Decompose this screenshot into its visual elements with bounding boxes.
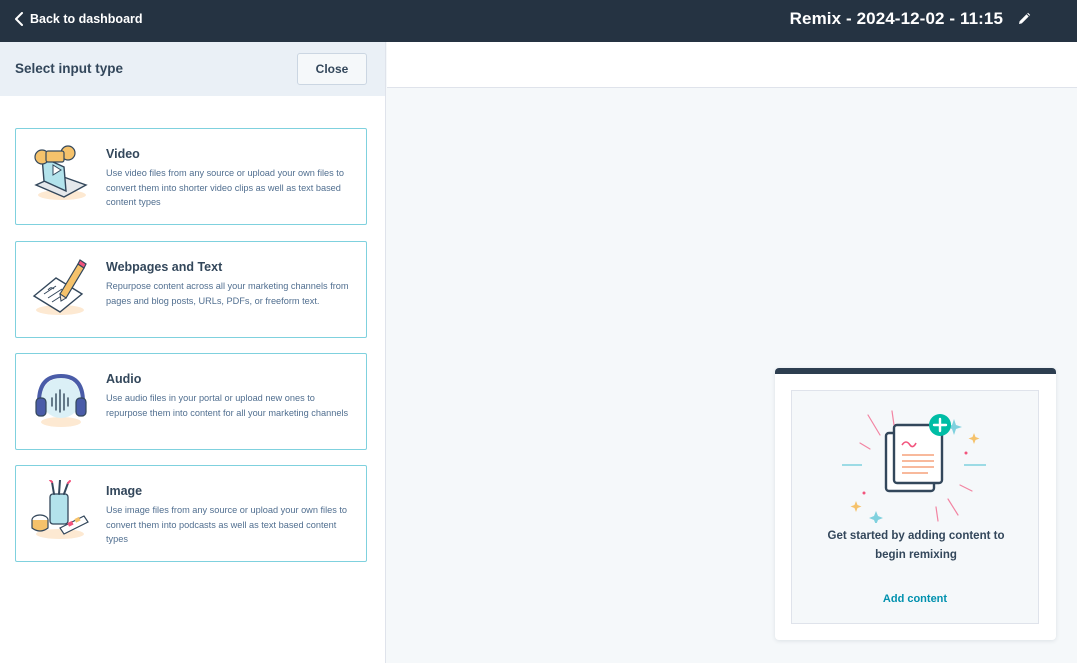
back-label: Back to dashboard — [30, 12, 143, 26]
card-title: Audio — [106, 372, 142, 386]
card-description: Repurpose content across all your market… — [106, 281, 349, 306]
documents-plus-icon — [842, 410, 986, 523]
main-toolbar — [387, 42, 1077, 88]
paper-pencil-icon — [32, 259, 87, 315]
empty-state-card: Get started by adding content to begin r… — [775, 368, 1056, 640]
pencil-icon[interactable] — [1017, 12, 1031, 26]
back-to-dashboard-link[interactable]: Back to dashboard — [14, 12, 143, 26]
empty-state-inner: Get started by adding content to begin r… — [791, 390, 1039, 624]
card-description: Use audio files in your portal or upload… — [106, 393, 349, 418]
input-type-card-audio[interactable]: Audio Use audio files in your portal or … — [15, 353, 367, 450]
page-title: Remix - 2024-12-02 - 11:15 — [789, 9, 1003, 28]
input-type-panel: Select input type Close Video Use video … — [0, 42, 386, 663]
chevron-left-icon — [15, 12, 23, 26]
card-description: Use image files from any source or uploa… — [106, 505, 348, 544]
panel-title: Select input type — [15, 61, 124, 76]
card-description: Use video files from any source or uploa… — [106, 168, 344, 207]
close-button[interactable]: Close — [297, 53, 367, 85]
headphones-icon — [35, 373, 87, 427]
input-type-card-video[interactable]: Video Use video files from any source or… — [15, 128, 367, 225]
panel-header: Select input type Close — [0, 42, 385, 96]
laptop-video-icon — [34, 145, 88, 200]
card-title: Video — [106, 147, 140, 161]
paint-supplies-icon — [31, 480, 89, 539]
empty-state-message: Get started by adding content to begin r… — [827, 530, 1005, 561]
card-title: Image — [106, 484, 143, 498]
top-bar: Back to dashboard Remix - 2024-12-02 - 1… — [0, 0, 1077, 42]
add-content-link[interactable]: Add content — [792, 593, 1038, 605]
input-type-card-image[interactable]: Image Use image files from any source or… — [15, 465, 367, 562]
card-title: Webpages and Text — [106, 260, 223, 274]
input-type-card-webpages-text[interactable]: Webpages and Text Repurpose content acro… — [15, 241, 367, 338]
